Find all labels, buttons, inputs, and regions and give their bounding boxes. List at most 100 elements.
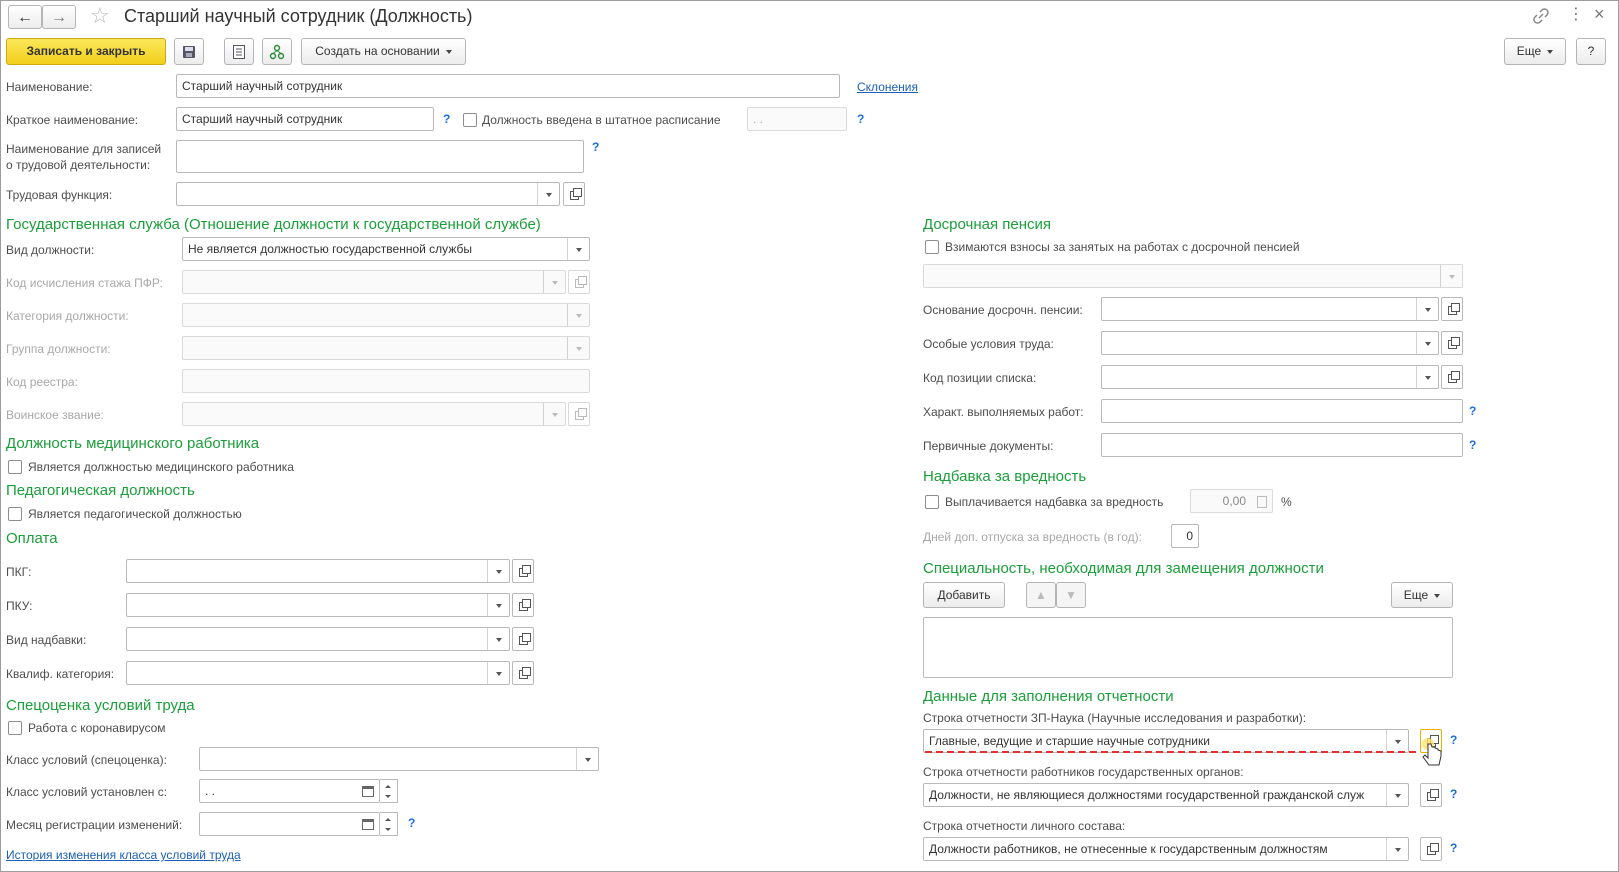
pku-open-button[interactable] — [512, 593, 534, 617]
calendar-icon[interactable] — [362, 819, 374, 830]
pension-basis-open-button[interactable] — [1441, 297, 1463, 321]
class-set-date-spinner[interactable] — [380, 779, 398, 803]
personnel-open-button[interactable] — [1420, 837, 1442, 861]
pkg-select[interactable] — [126, 559, 510, 583]
chevron-down-icon[interactable] — [487, 628, 509, 650]
move-up-button[interactable]: ▲ — [1026, 582, 1056, 608]
chevron-down-icon[interactable] — [543, 403, 565, 425]
class-set-date-input[interactable]: . . — [199, 779, 380, 803]
chevron-down-icon[interactable] — [537, 183, 559, 205]
calendar-icon[interactable] — [362, 786, 374, 797]
help-question-icon[interactable]: ? — [857, 112, 864, 126]
pkg-open-button[interactable] — [512, 559, 534, 583]
allowance-select[interactable] — [126, 627, 510, 651]
list-code-open-button[interactable] — [1441, 365, 1463, 389]
work-conditions-select[interactable] — [1101, 331, 1439, 355]
specialty-more-button[interactable]: Еще — [1391, 582, 1453, 608]
chevron-down-icon[interactable] — [567, 304, 589, 326]
group-select[interactable] — [182, 336, 590, 360]
pension-basis-select[interactable] — [1101, 297, 1439, 321]
work-characteristics-input[interactable] — [1101, 399, 1463, 423]
chevron-down-icon[interactable] — [1416, 298, 1438, 320]
name-label: Наименование: — [6, 80, 93, 94]
document-list-button[interactable] — [224, 38, 254, 65]
pfr-code-select[interactable] — [182, 270, 566, 294]
labor-record-input[interactable] — [176, 140, 584, 173]
month-registration-input[interactable] — [199, 812, 380, 836]
close-icon[interactable]: × — [1594, 4, 1605, 24]
chevron-down-icon[interactable] — [567, 238, 589, 260]
add-specialty-button[interactable]: Добавить — [923, 582, 1005, 608]
help-question-icon[interactable]: ? — [1469, 404, 1476, 418]
personnel-select[interactable]: Должности работников, не отнесенные к го… — [923, 837, 1409, 861]
link-icon[interactable] — [1533, 8, 1549, 24]
name-input[interactable]: Старший научный сотрудник — [176, 74, 840, 98]
gov-bodies-open-button[interactable] — [1420, 783, 1442, 807]
military-rank-open-button[interactable] — [568, 402, 590, 426]
favorite-star-icon[interactable]: ☆ — [90, 3, 110, 29]
qualification-open-button[interactable] — [512, 661, 534, 685]
hazard-checkbox[interactable] — [925, 495, 939, 509]
chevron-down-icon[interactable] — [1386, 838, 1408, 860]
pfr-code-open-button[interactable] — [568, 270, 590, 294]
staff-schedule-checkbox[interactable] — [463, 113, 477, 127]
position-kind-select[interactable]: Не является должностью государственной с… — [182, 237, 590, 261]
gov-bodies-select[interactable]: Должности, не являющиеся должностями гос… — [923, 783, 1409, 807]
help-question-icon[interactable]: ? — [443, 112, 450, 126]
medical-checkbox[interactable] — [8, 460, 22, 474]
registry-code-input[interactable] — [182, 369, 590, 393]
chevron-down-icon[interactable] — [567, 337, 589, 359]
category-select[interactable] — [182, 303, 590, 327]
chevron-down-icon[interactable] — [1416, 366, 1438, 388]
labor-function-select[interactable] — [176, 182, 560, 206]
more-button[interactable]: Еще — [1504, 38, 1566, 65]
hazard-heading: Надбавка за вредность — [923, 468, 1087, 485]
help-question-icon[interactable]: ? — [1469, 438, 1476, 452]
help-button[interactable]: ? — [1576, 38, 1606, 65]
chevron-down-icon[interactable] — [543, 271, 565, 293]
structure-button[interactable] — [262, 38, 292, 65]
military-rank-select[interactable] — [182, 402, 566, 426]
early-pension-checkbox[interactable] — [925, 240, 939, 254]
create-based-on-button[interactable]: Создать на основании — [301, 38, 466, 65]
qualification-select[interactable] — [126, 661, 510, 685]
help-question-icon[interactable]: ? — [408, 816, 415, 830]
more-vertical-icon[interactable]: ⋮ — [1568, 5, 1584, 25]
chevron-down-icon[interactable] — [1386, 784, 1408, 806]
allowance-open-button[interactable] — [512, 627, 534, 651]
early-pension-kind-select[interactable] — [923, 264, 1463, 288]
staff-schedule-date[interactable]: . . — [747, 107, 847, 131]
class-history-link[interactable]: История изменения класса условий труда — [6, 848, 241, 862]
work-conditions-open-button[interactable] — [1441, 331, 1463, 355]
forward-button[interactable]: → — [42, 5, 76, 29]
declensions-link[interactable]: Склонения — [857, 80, 918, 94]
primary-docs-input[interactable] — [1101, 433, 1463, 457]
corona-checkbox[interactable] — [8, 721, 22, 735]
calculator-icon[interactable] — [1257, 496, 1267, 508]
hazard-amount-input[interactable]: 0,00 — [1190, 489, 1273, 513]
window-title: Старший научный сотрудник (Должность) — [124, 6, 473, 26]
back-button[interactable]: ← — [8, 5, 42, 29]
class-conditions-select[interactable] — [199, 747, 599, 771]
help-question-icon[interactable]: ? — [592, 140, 599, 154]
save-button[interactable] — [174, 38, 204, 65]
pku-select[interactable] — [126, 593, 510, 617]
short-name-input[interactable]: Старший научный сотрудник — [176, 107, 434, 131]
labor-function-open-button[interactable] — [563, 182, 585, 206]
list-code-select[interactable] — [1101, 365, 1439, 389]
help-question-icon[interactable]: ? — [1450, 787, 1457, 801]
chevron-down-icon[interactable] — [487, 662, 509, 684]
pedagogical-checkbox[interactable] — [8, 507, 22, 521]
chevron-down-icon[interactable] — [1416, 332, 1438, 354]
help-question-icon[interactable]: ? — [1450, 733, 1457, 747]
move-down-button[interactable]: ▼ — [1056, 582, 1086, 608]
chevron-down-icon[interactable] — [487, 594, 509, 616]
chevron-down-icon[interactable] — [1440, 265, 1462, 287]
specialty-table[interactable] — [923, 617, 1453, 678]
month-registration-spinner[interactable] — [380, 812, 398, 836]
help-question-icon[interactable]: ? — [1450, 841, 1457, 855]
hazard-vacation-input[interactable]: 0 — [1171, 524, 1199, 548]
save-and-close-button[interactable]: Записать и закрыть — [6, 38, 166, 65]
chevron-down-icon[interactable] — [487, 560, 509, 582]
chevron-down-icon[interactable] — [576, 748, 598, 770]
